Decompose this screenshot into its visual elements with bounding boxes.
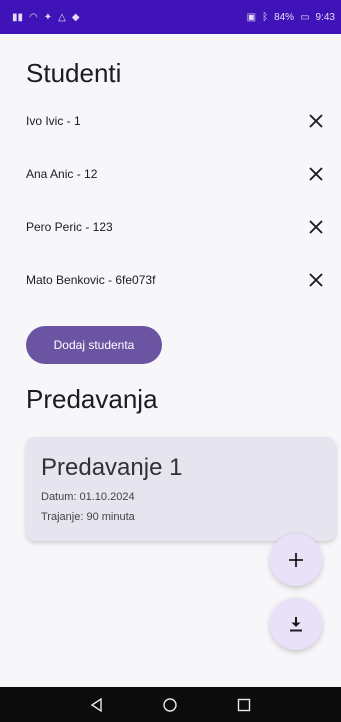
remove-student-button[interactable] [304,268,328,292]
download-button[interactable] [270,598,322,650]
main-content: Studenti Ivo Ivic - 1 Ana Anic - 12 Pero… [0,34,341,687]
status-bar: ▮▮ ◠ ✦ △ ◆ ▣ ᛒ 84% ▭ 9:43 [0,0,341,34]
plus-icon [289,553,303,567]
battery-icon: ▭ [300,11,310,23]
student-name: Pero Peric - 123 [26,220,113,234]
back-button[interactable] [86,694,108,716]
student-row: Ivo Ivic - 1 [26,106,328,136]
status-right: ▣ ᛒ 84% ▭ 9:43 [247,12,335,23]
app-icon: ◆ [71,11,80,23]
battery-percentage: 84% [274,11,295,23]
student-name: Ana Anic - 12 [26,167,98,181]
download-icon [290,617,302,632]
notification-icon: ✦ [43,11,53,23]
add-student-button[interactable]: Dodaj studenta [26,326,162,364]
status-left-icons: ▮▮ ◠ ✦ △ ◆ [12,12,80,23]
bluetooth-icon: ᛒ [262,11,269,23]
student-name: Ivo Ivic - 1 [26,114,81,128]
student-row: Ana Anic - 12 [26,159,328,189]
home-button[interactable] [159,694,181,716]
signal-icon: ▮▮ [12,11,24,23]
close-icon [309,273,323,287]
close-icon [309,220,323,234]
nfc-icon: ▣ [246,11,257,23]
lectures-title: Predavanja [26,384,158,414]
lecture-date: Datum: 01.10.2024 [41,491,135,503]
remove-student-button[interactable] [304,215,328,239]
remove-student-button[interactable] [304,162,328,186]
warning-icon: △ [58,11,66,23]
navigation-bar [0,687,341,722]
student-row: Pero Peric - 123 [26,212,328,242]
recents-button[interactable] [233,694,255,716]
back-icon [90,697,102,712]
students-title: Studenti [26,58,122,88]
close-icon [309,167,323,181]
student-name: Mato Benkovic - 6fe073f [26,273,156,287]
remove-student-button[interactable] [304,109,328,133]
student-row: Mato Benkovic - 6fe073f [26,265,328,295]
lecture-card[interactable]: Predavanje 1 Datum: 01.10.2024 Trajanje:… [26,437,336,541]
lecture-duration: Trajanje: 90 minuta [41,511,135,523]
recents-icon [237,698,251,711]
lecture-title: Predavanje 1 [41,454,183,481]
wifi-icon: ◠ [29,11,38,23]
home-icon [163,697,178,712]
clock: 9:43 [315,11,335,23]
add-lecture-button[interactable] [270,534,322,586]
close-icon [309,114,323,128]
